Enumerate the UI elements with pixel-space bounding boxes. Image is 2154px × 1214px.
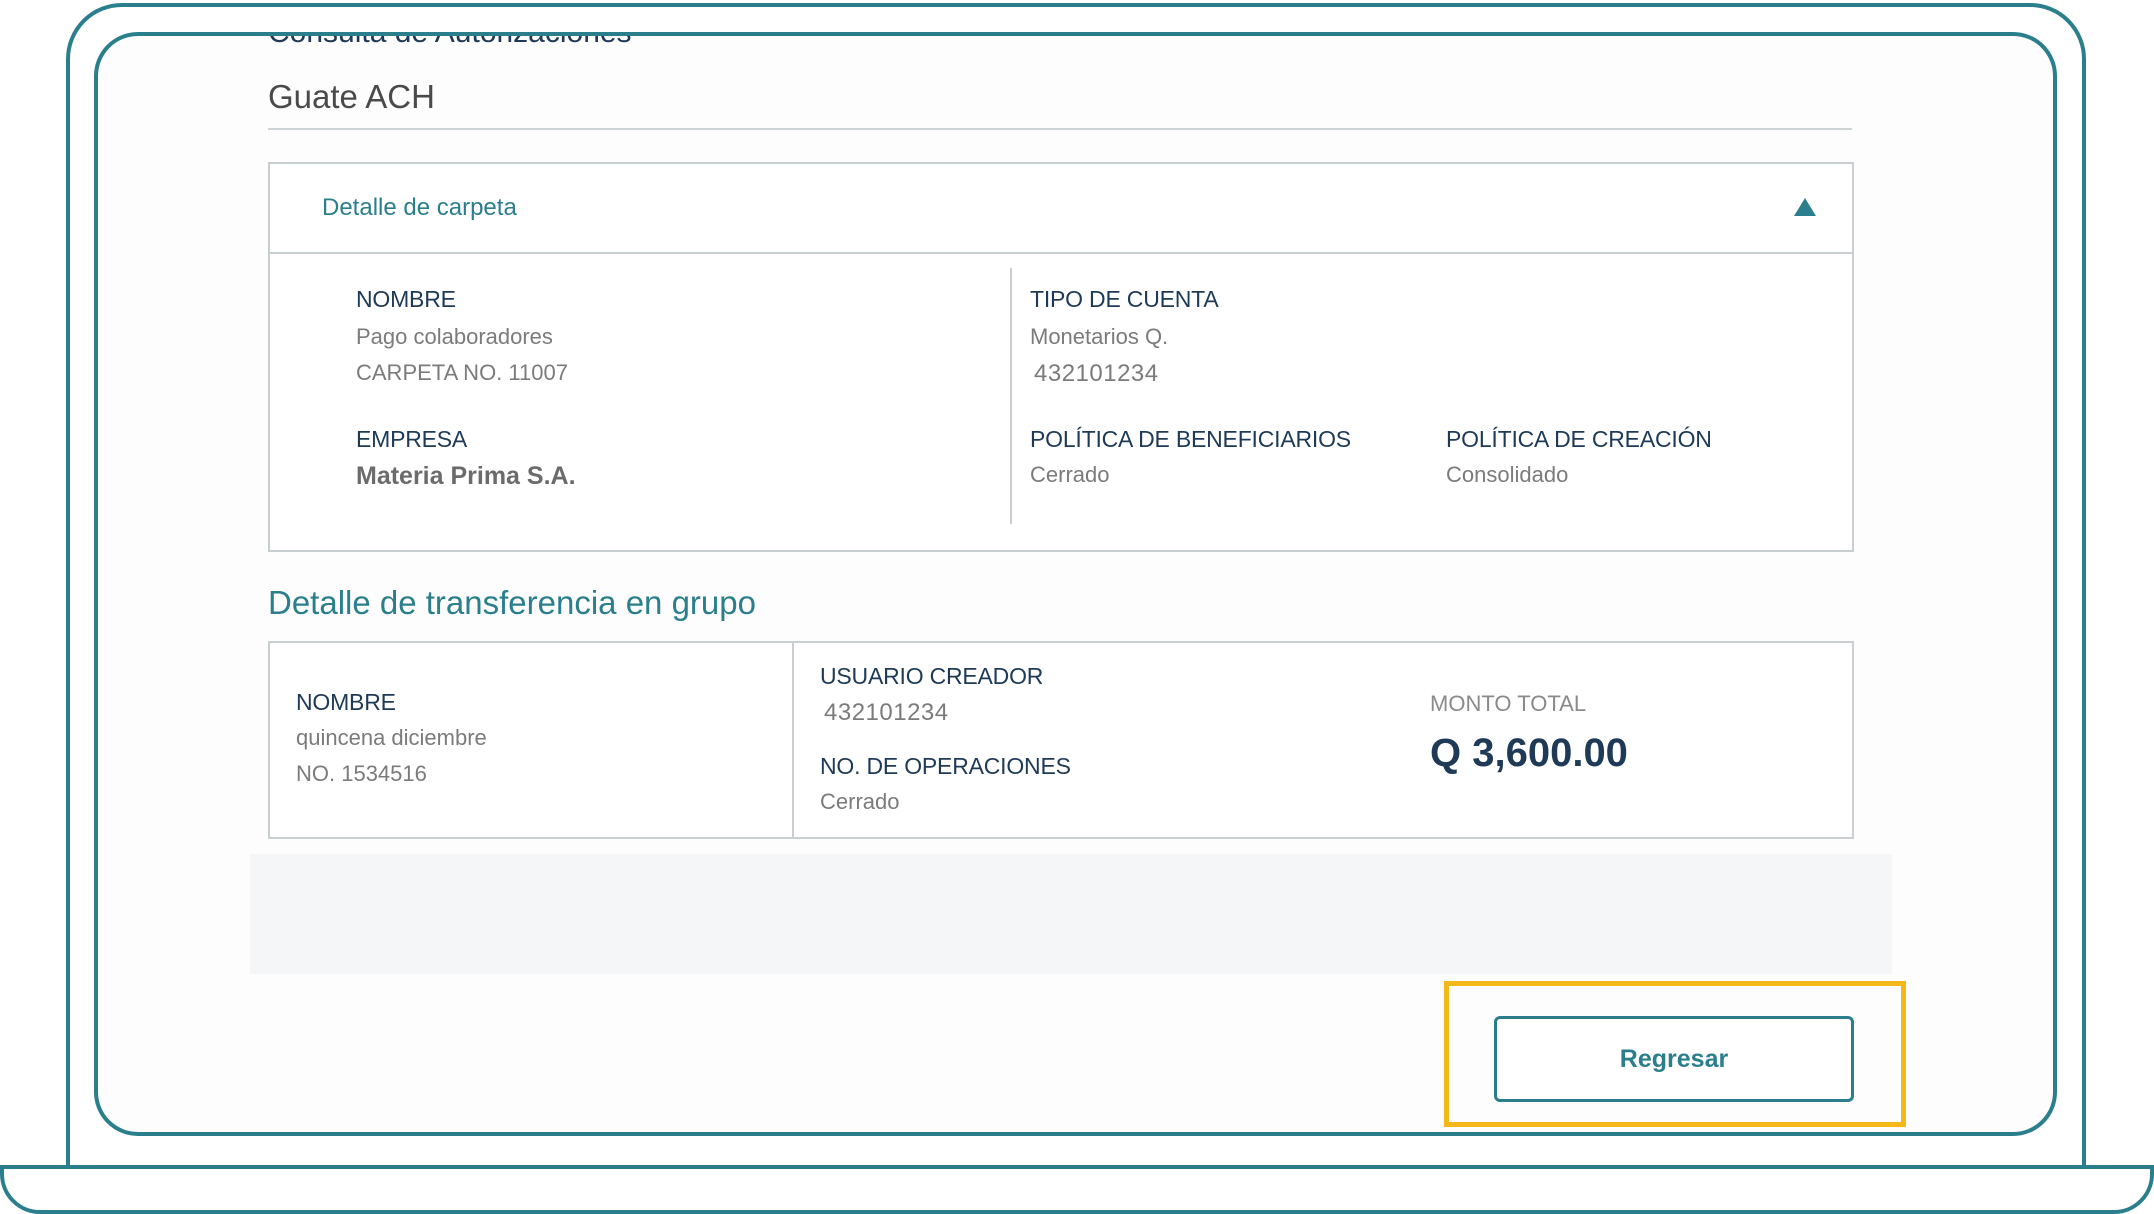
folder-detail-panel: Detalle de carpeta NOMBRE Pago colaborad…	[268, 162, 1854, 552]
folder-empresa-value: Materia Prima S.A.	[356, 462, 576, 490]
laptop-base	[0, 1165, 2154, 1214]
transfer-numero: NO. 1534516	[296, 761, 427, 786]
collapse-caret-icon[interactable]	[1794, 198, 1816, 216]
folder-nombre-label: NOMBRE	[356, 286, 456, 312]
footer-band	[250, 854, 1892, 974]
page-title: Consulta de Autorizaciones	[268, 32, 632, 49]
operaciones-value: Cerrado	[820, 789, 900, 814]
folder-carpeta-number: CARPETA NO. 11007	[356, 360, 568, 385]
folder-detail-header-label: Detalle de carpeta	[322, 194, 517, 221]
politica-creacion-label: POLÍTICA DE CREACIÓN	[1446, 426, 1712, 452]
transfer-detail-panel: NOMBRE quincena diciembre NO. 1534516 US…	[268, 641, 1854, 839]
folder-detail-header[interactable]: Detalle de carpeta	[270, 164, 1852, 254]
page-subtitle: Guate ACH	[268, 78, 435, 115]
politica-beneficiarios-value: Cerrado	[1030, 462, 1110, 487]
folder-empresa-label: EMPRESA	[356, 426, 468, 452]
monto-total-value: Q 3,600.00	[1430, 731, 1628, 775]
regresar-button[interactable]: Regresar	[1494, 1016, 1854, 1102]
title-divider	[268, 128, 1852, 130]
folder-detail-column-divider	[1010, 268, 1012, 524]
cuenta-numero: 432101234	[1034, 360, 1159, 387]
transfer-nombre-label: NOMBRE	[296, 689, 396, 715]
operaciones-label: NO. DE OPERACIONES	[820, 753, 1071, 779]
usuario-creador-label: USUARIO CREADOR	[820, 663, 1044, 689]
politica-beneficiarios-label: POLÍTICA DE BENEFICIARIOS	[1030, 426, 1351, 452]
monto-total-label: MONTO TOTAL	[1430, 691, 1587, 716]
usuario-creador-value: 432101234	[824, 699, 949, 726]
folder-nombre-value: Pago colaboradores	[356, 324, 553, 349]
politica-creacion-value: Consolidado	[1446, 462, 1569, 487]
transfer-column-divider	[792, 643, 794, 837]
tipo-cuenta-label: TIPO DE CUENTA	[1030, 286, 1219, 312]
transfer-nombre-value: quincena diciembre	[296, 725, 487, 750]
transfer-section-title: Detalle de transferencia en grupo	[268, 584, 756, 621]
laptop-screen: Consulta de Autorizaciones Guate ACH Det…	[94, 32, 2057, 1136]
tipo-cuenta-value: Monetarios Q.	[1030, 324, 1169, 349]
